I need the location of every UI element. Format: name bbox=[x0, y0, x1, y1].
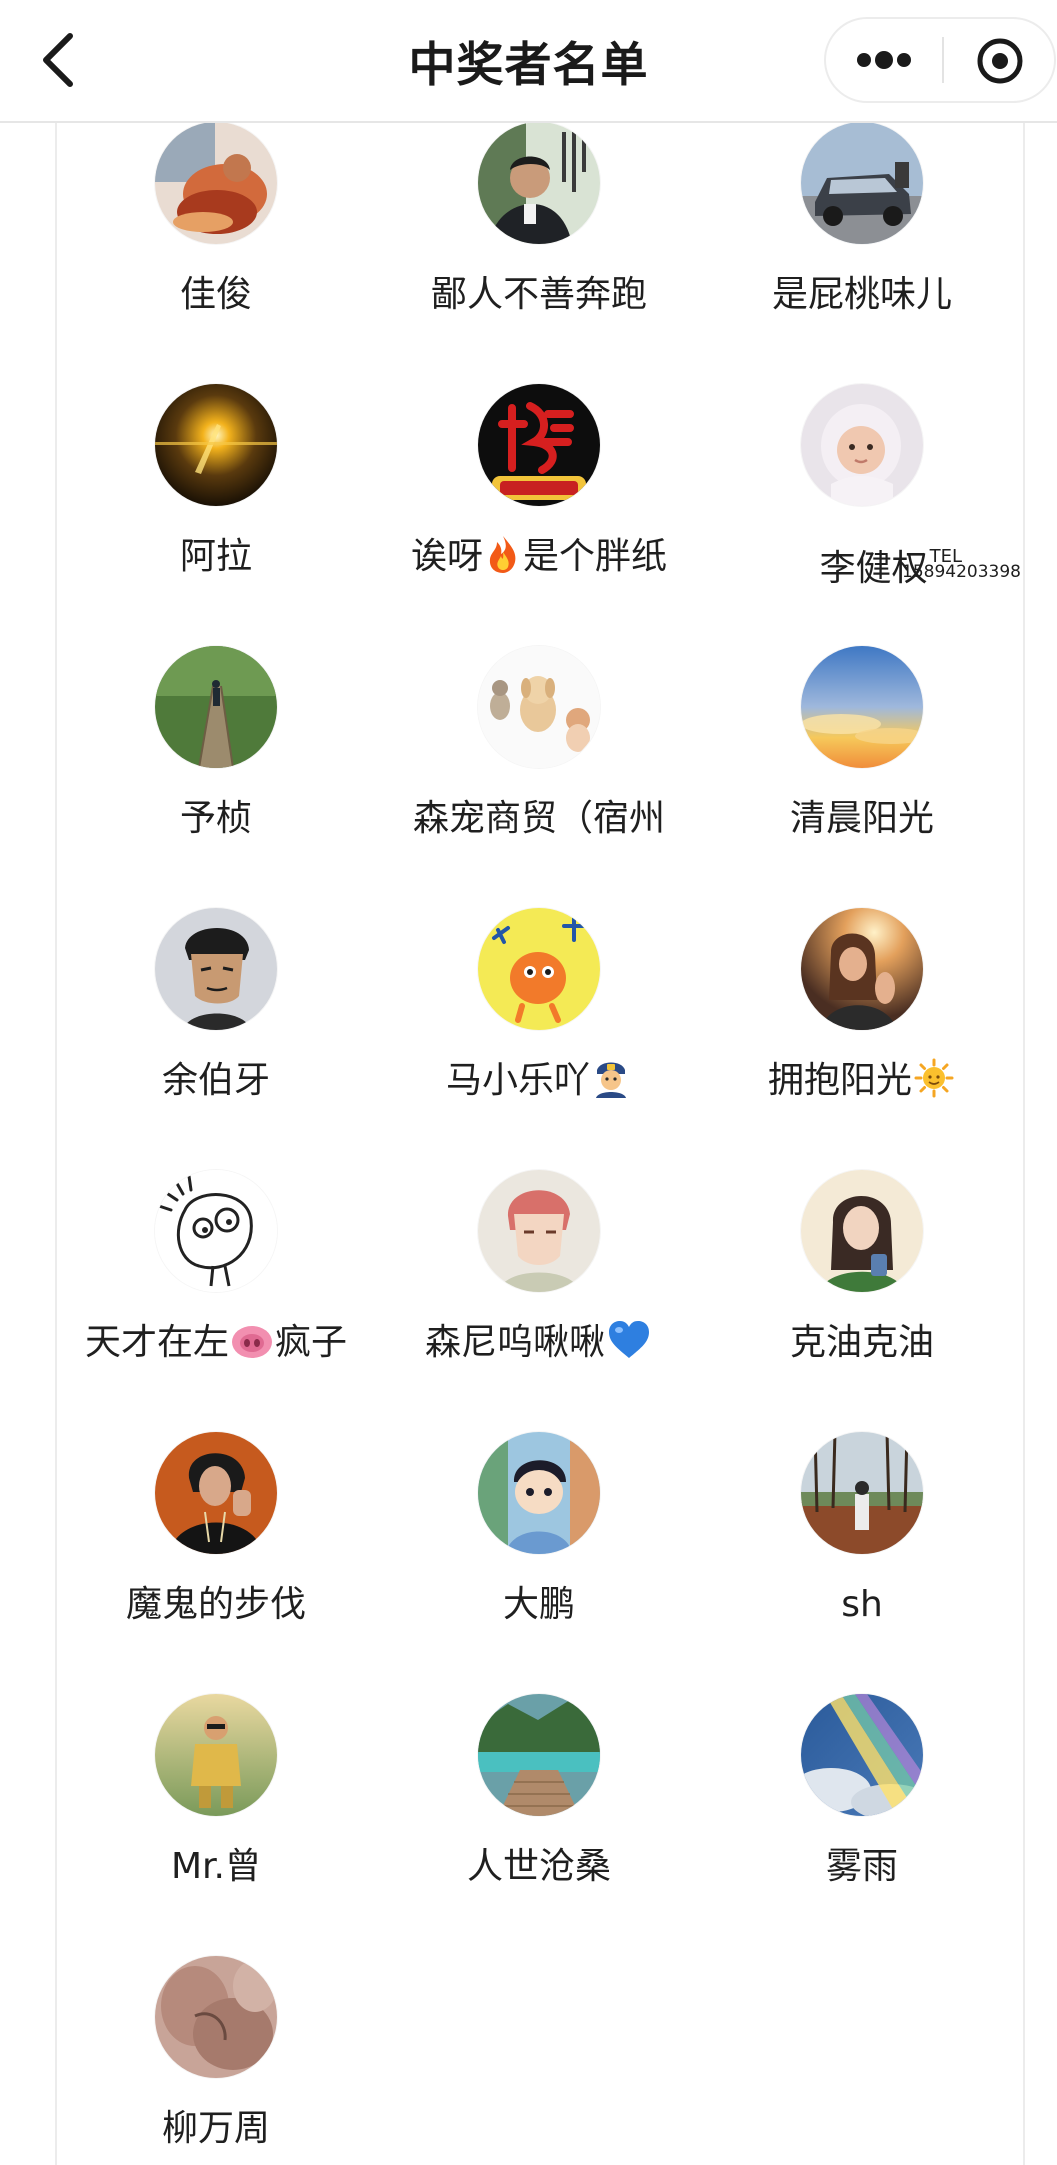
tel-number: 15894203398 bbox=[902, 562, 1021, 582]
avatar bbox=[801, 1170, 923, 1292]
avatar-pets-icon bbox=[478, 646, 600, 768]
winner-item[interactable]: 是屁桃味儿 bbox=[702, 122, 1022, 362]
blue-heart-emoji-icon bbox=[607, 1320, 651, 1372]
winner-item[interactable]: 诶呀 是个胖纸 bbox=[379, 384, 699, 624]
winner-item[interactable]: sh bbox=[702, 1432, 1022, 1672]
winner-name-text: 天才在左 bbox=[84, 1322, 229, 1363]
winner-item[interactable]: 人世沧桑 bbox=[379, 1694, 699, 1934]
avatar-illustrated-girl-icon bbox=[801, 1170, 923, 1292]
avatar-red-calligraphy-icon bbox=[478, 384, 600, 506]
avatar bbox=[478, 1694, 600, 1816]
avatar-man-portrait-icon bbox=[478, 122, 600, 244]
avatar bbox=[155, 384, 277, 506]
winner-item[interactable]: 克油克油 bbox=[702, 1170, 1022, 1410]
avatar bbox=[478, 122, 600, 244]
winner-name: sh bbox=[841, 1584, 883, 1625]
avatar-girl-sunset-icon bbox=[801, 908, 923, 1030]
avatar bbox=[478, 1170, 600, 1292]
winner-name: 是屁桃味儿 bbox=[771, 274, 952, 315]
winner-name-text: 马小乐吖 bbox=[445, 1060, 590, 1101]
avatar bbox=[801, 646, 923, 768]
avatar-forest-path-icon bbox=[155, 646, 277, 768]
avatar-kid-outfit-icon bbox=[155, 1694, 277, 1816]
winner-item[interactable]: 天才在左 疯子 bbox=[56, 1170, 376, 1410]
navigation-bar: 中奖者名单 bbox=[0, 0, 1057, 123]
close-button[interactable] bbox=[944, 19, 1056, 101]
winner-name-text: 诶呀 bbox=[410, 536, 483, 577]
winner-item[interactable]: 森宠商贸（宿州 bbox=[379, 646, 699, 886]
more-button[interactable] bbox=[826, 19, 942, 101]
avatar bbox=[155, 1694, 277, 1816]
winner-name-text: 森尼呜啾啾 bbox=[424, 1322, 605, 1363]
winner-item[interactable]: 予桢 bbox=[56, 646, 376, 886]
winner-item[interactable]: 李健权 TEL 15894203398 bbox=[702, 384, 1022, 624]
avatar bbox=[801, 384, 923, 506]
avatar-park-trees-icon bbox=[801, 1432, 923, 1554]
winner-item[interactable]: 拥抱阳光 bbox=[702, 908, 1022, 1148]
avatar-baby-icon bbox=[801, 384, 923, 506]
avatar bbox=[801, 908, 923, 1030]
avatar bbox=[478, 646, 600, 768]
avatar bbox=[155, 908, 277, 1030]
fire-emoji-icon bbox=[485, 534, 521, 586]
winner-name-text: 拥抱阳光 bbox=[767, 1060, 912, 1101]
avatar bbox=[478, 384, 600, 506]
avatar-sky-clouds-icon bbox=[801, 646, 923, 768]
avatar-doodle-icon bbox=[155, 1170, 277, 1292]
avatar bbox=[801, 1432, 923, 1554]
avatar bbox=[155, 1170, 277, 1292]
winner-item[interactable]: 森尼呜啾啾 bbox=[379, 1170, 699, 1410]
winner-name: 柳万周 bbox=[161, 2108, 270, 2149]
avatar bbox=[155, 646, 277, 768]
winner-name-suffix: 疯子 bbox=[275, 1322, 348, 1363]
chevron-left-icon bbox=[43, 33, 73, 87]
avatar bbox=[801, 122, 923, 244]
winner-item[interactable]: 马小乐吖 bbox=[379, 908, 699, 1148]
avatar bbox=[155, 1956, 277, 2078]
avatar-cartoon-kid-icon bbox=[478, 1432, 600, 1554]
target-close-icon bbox=[977, 38, 1023, 84]
winner-item[interactable]: 雾雨 bbox=[702, 1694, 1022, 1934]
avatar-woman-black-icon bbox=[155, 1432, 277, 1554]
back-button[interactable] bbox=[30, 20, 100, 100]
avatar-cat-fire-icon bbox=[155, 122, 277, 244]
avatar-cartoon-orange-icon bbox=[478, 908, 600, 1030]
more-dots-icon bbox=[857, 51, 911, 69]
winner-item[interactable]: 大鹏 bbox=[379, 1432, 699, 1672]
avatar-hand-closeup-icon bbox=[155, 1956, 277, 2078]
winner-list-page: 中奖者名单 佳俊 鄙人不善奔跑 是屁桃味儿 阿拉 诶呀 是个胖纸 李健权 TEL… bbox=[0, 0, 1057, 2165]
avatar bbox=[155, 1432, 277, 1554]
pig-nose-emoji-icon bbox=[231, 1324, 273, 1372]
mini-program-capsule bbox=[824, 17, 1056, 103]
winner-name: 拥抱阳光 bbox=[662, 1058, 1057, 1110]
winner-item[interactable]: 魔鬼的步伐 bbox=[56, 1432, 376, 1672]
winner-item[interactable]: Mr.曾 bbox=[56, 1694, 376, 1934]
winner-item[interactable]: 余伯牙 bbox=[56, 908, 376, 1148]
avatar bbox=[478, 908, 600, 1030]
avatar-car-icon bbox=[801, 122, 923, 244]
police-officer-emoji-icon bbox=[592, 1058, 630, 1110]
winner-name: 清晨阳光 bbox=[789, 798, 934, 839]
winner-item[interactable]: 阿拉 bbox=[56, 384, 376, 624]
avatar bbox=[155, 122, 277, 244]
sun-emoji-icon bbox=[914, 1058, 954, 1110]
winner-name: 克油克油 bbox=[789, 1322, 934, 1363]
avatar bbox=[801, 1694, 923, 1816]
winner-name-suffix: 是个胖纸 bbox=[523, 536, 668, 577]
winner-item[interactable]: 佳俊 bbox=[56, 122, 376, 362]
winner-item[interactable]: 鄙人不善奔跑 bbox=[379, 122, 699, 362]
avatar bbox=[478, 1432, 600, 1554]
avatar-rainbow-sky-icon bbox=[801, 1694, 923, 1816]
avatar-anime-boy-icon bbox=[478, 1170, 600, 1292]
winner-item[interactable]: 柳万周 bbox=[56, 1956, 376, 2165]
avatar-lake-dock-icon bbox=[478, 1694, 600, 1816]
winner-name: 雾雨 bbox=[825, 1846, 898, 1887]
winner-item[interactable]: 清晨阳光 bbox=[702, 646, 1022, 886]
avatar-sunset-light-icon bbox=[155, 384, 277, 506]
avatar-cartoon-man-icon bbox=[155, 908, 277, 1030]
